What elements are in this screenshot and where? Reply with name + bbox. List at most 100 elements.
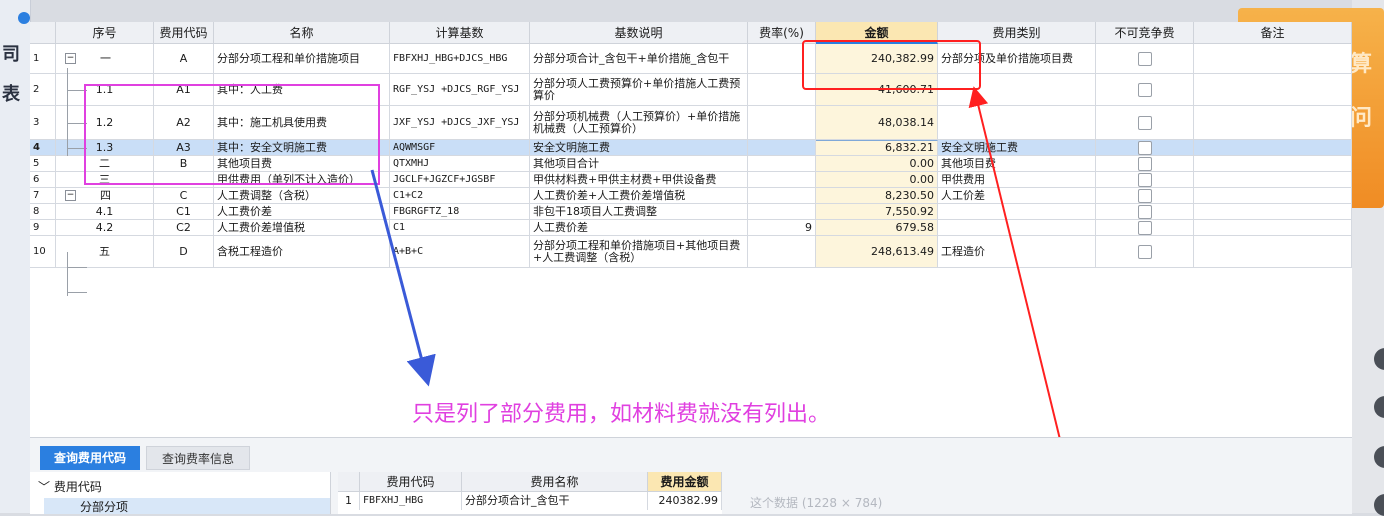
fee-category-cell[interactable]: 工程造价 bbox=[938, 236, 1096, 267]
fee-name-cell[interactable]: 人工费价差增值税 bbox=[214, 220, 390, 235]
row-number[interactable]: 8 bbox=[30, 204, 56, 219]
fee-code-cell[interactable]: C2 bbox=[154, 220, 214, 235]
grid-row[interactable]: 8 4.1 C1 人工费价差 FBGRGFTZ_18 非包干18项目人工费调整 7,550.… bbox=[30, 204, 1352, 220]
calc-base-cell[interactable]: C1+C2 bbox=[390, 188, 530, 203]
rate-cell[interactable] bbox=[748, 204, 816, 219]
remark-cell[interactable] bbox=[1194, 172, 1352, 187]
fee-code-cell[interactable]: A bbox=[154, 44, 214, 73]
amount-cell[interactable]: 7,550.92 bbox=[816, 204, 938, 219]
sub-cell-amount[interactable]: 240382.99 bbox=[648, 492, 722, 510]
amount-cell[interactable]: 0.00 bbox=[816, 172, 938, 187]
fee-category-cell[interactable] bbox=[938, 106, 1096, 139]
seq-cell[interactable]: 4.1 bbox=[56, 204, 154, 219]
sub-cell-name[interactable]: 分部分项合计_含包干 bbox=[462, 492, 648, 510]
fee-category-cell[interactable] bbox=[938, 204, 1096, 219]
base-desc-cell[interactable]: 非包干18项目人工费调整 bbox=[530, 204, 748, 219]
noncompete-cell[interactable] bbox=[1096, 236, 1194, 267]
row-number[interactable]: 3 bbox=[30, 106, 56, 139]
noncompete-checkbox[interactable] bbox=[1137, 172, 1152, 187]
fee-name-cell[interactable]: 分部分项工程和单价措施项目 bbox=[214, 44, 390, 73]
noncompete-checkbox[interactable] bbox=[1137, 188, 1152, 203]
calc-base-cell[interactable]: RGF_YSJ +DJCS_RGF_YSJ bbox=[390, 74, 530, 105]
grid-row[interactable]: 9 4.2 C2 人工费价差增值税 C1 人工费价差 9 679.58 bbox=[30, 220, 1352, 236]
calc-base-cell[interactable]: FBFXHJ_HBG+DJCS_HBG bbox=[390, 44, 530, 73]
base-desc-cell[interactable]: 分部分项机械费（人工预算价）+单价措施机械费（人工预算价） bbox=[530, 106, 748, 139]
amount-cell[interactable]: 248,613.49 bbox=[816, 236, 938, 267]
noncompete-checkbox[interactable] bbox=[1137, 115, 1152, 130]
base-desc-cell[interactable]: 分部分项人工费预算价+单价措施人工费预算价 bbox=[530, 74, 748, 105]
base-desc-cell[interactable]: 人工费价差+人工费价差增值税 bbox=[530, 188, 748, 203]
amount-cell[interactable]: 8,230.50 bbox=[816, 188, 938, 203]
row-number[interactable]: 7 bbox=[30, 188, 56, 203]
grid-header-desc[interactable]: 基数说明 bbox=[530, 22, 748, 44]
fee-category-cell[interactable]: 其他项目费 bbox=[938, 156, 1096, 171]
base-desc-cell[interactable]: 人工费价差 bbox=[530, 220, 748, 235]
remark-cell[interactable] bbox=[1194, 188, 1352, 203]
base-desc-cell[interactable]: 其他项目合计 bbox=[530, 156, 748, 171]
fee-name-cell[interactable]: 含税工程造价 bbox=[214, 236, 390, 267]
calc-base-cell[interactable]: FBGRGFTZ_18 bbox=[390, 204, 530, 219]
grid-header-name[interactable]: 名称 bbox=[214, 22, 390, 44]
rate-cell[interactable] bbox=[748, 236, 816, 267]
row-number[interactable]: 1 bbox=[30, 44, 56, 73]
grid-header-code[interactable]: 费用代码 bbox=[154, 22, 214, 44]
noncompete-checkbox[interactable] bbox=[1137, 156, 1152, 171]
remark-cell[interactable] bbox=[1194, 156, 1352, 171]
amount-cell[interactable]: 0.00 bbox=[816, 156, 938, 171]
noncompete-cell[interactable] bbox=[1096, 204, 1194, 219]
sub-header-code[interactable]: 费用代码 bbox=[360, 472, 462, 492]
calc-base-cell[interactable]: AQWMSGF bbox=[390, 140, 530, 155]
noncompete-checkbox[interactable] bbox=[1137, 82, 1152, 97]
rate-cell[interactable] bbox=[748, 106, 816, 139]
remark-cell[interactable] bbox=[1194, 44, 1352, 73]
remark-cell[interactable] bbox=[1194, 204, 1352, 219]
amount-cell[interactable]: 679.58 bbox=[816, 220, 938, 235]
fee-code-cell[interactable]: C1 bbox=[154, 204, 214, 219]
noncompete-cell[interactable] bbox=[1096, 156, 1194, 171]
remark-cell[interactable] bbox=[1194, 236, 1352, 267]
fee-category-cell[interactable] bbox=[938, 220, 1096, 235]
sub-header-amount[interactable]: 费用金额 bbox=[648, 472, 722, 492]
grid-row[interactable]: 10 五 D 含税工程造价 A+B+C 分部分项工程和单价措施项目+其他项目费+人工费调整… bbox=[30, 236, 1352, 268]
base-desc-cell[interactable]: 分部分项合计_含包干+单价措施_含包干 bbox=[530, 44, 748, 73]
grid-header-noncompete[interactable]: 不可竞争费 bbox=[1096, 22, 1194, 44]
fee-code-cell[interactable]: C bbox=[154, 188, 214, 203]
tab-query-rate-info[interactable]: 查询费率信息 bbox=[146, 446, 250, 470]
noncompete-checkbox[interactable] bbox=[1137, 220, 1152, 235]
noncompete-cell[interactable] bbox=[1096, 44, 1194, 73]
amount-cell[interactable]: 48,038.14 bbox=[816, 106, 938, 139]
grid-row[interactable]: 1− 一 A 分部分项工程和单价措施项目 FBFXHJ_HBG+DJCS_HBG 分部分项… bbox=[30, 44, 1352, 74]
rate-cell[interactable]: 9 bbox=[748, 220, 816, 235]
calc-base-cell[interactable]: A+B+C bbox=[390, 236, 530, 267]
info-icon[interactable] bbox=[18, 12, 30, 24]
calc-base-cell[interactable]: QTXMHJ bbox=[390, 156, 530, 171]
grid-header-base[interactable]: 计算基数 bbox=[390, 22, 530, 44]
rate-cell[interactable] bbox=[748, 156, 816, 171]
remark-cell[interactable] bbox=[1194, 140, 1352, 155]
tree-child-item[interactable]: 分部分项 bbox=[44, 498, 330, 514]
calc-base-cell[interactable]: C1 bbox=[390, 220, 530, 235]
fee-category-cell[interactable]: 安全文明施工费 bbox=[938, 140, 1096, 155]
grid-row[interactable]: 7− 四 C 人工费调整（含税） C1+C2 人工费价差+人工费价差增值税 8,230.50… bbox=[30, 188, 1352, 204]
row-number[interactable]: 2 bbox=[30, 74, 56, 105]
fee-category-cell[interactable]: 甲供费用 bbox=[938, 172, 1096, 187]
amount-cell[interactable]: 6,832.21 bbox=[816, 140, 938, 155]
row-number[interactable]: 5 bbox=[30, 156, 56, 171]
noncompete-checkbox[interactable] bbox=[1137, 204, 1152, 219]
base-desc-cell[interactable]: 甲供材料费+甲供主材费+甲供设备费 bbox=[530, 172, 748, 187]
seq-cell[interactable]: 五 bbox=[56, 236, 154, 267]
tab-query-fee-code[interactable]: 查询费用代码 bbox=[40, 446, 140, 470]
noncompete-checkbox[interactable] bbox=[1137, 140, 1152, 155]
chevron-down-icon[interactable]: ﹀ bbox=[38, 480, 50, 494]
row-number[interactable]: 4 bbox=[30, 140, 56, 155]
base-desc-cell[interactable]: 分部分项工程和单价措施项目+其他项目费+人工费调整（含税） bbox=[530, 236, 748, 267]
noncompete-cell[interactable] bbox=[1096, 140, 1194, 155]
noncompete-checkbox[interactable] bbox=[1137, 244, 1152, 259]
noncompete-cell[interactable] bbox=[1096, 172, 1194, 187]
row-number[interactable]: 10 bbox=[30, 236, 56, 267]
seq-cell[interactable]: − 四 bbox=[56, 188, 154, 203]
collapse-icon[interactable]: − bbox=[65, 53, 76, 64]
row-number[interactable]: 6 bbox=[30, 172, 56, 187]
noncompete-cell[interactable] bbox=[1096, 106, 1194, 139]
grid-header-seq[interactable]: 序号 bbox=[56, 22, 154, 44]
